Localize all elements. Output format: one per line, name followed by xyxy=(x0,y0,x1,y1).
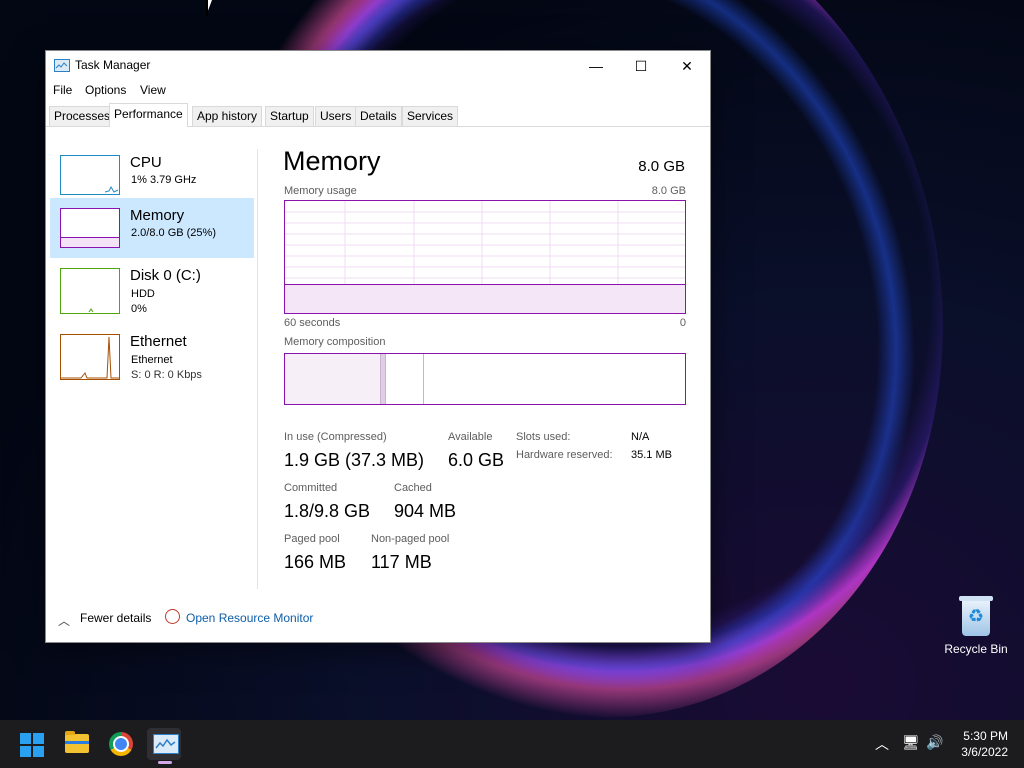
chrome-icon[interactable] xyxy=(109,732,133,756)
committed-value: 1.8/9.8 GB xyxy=(284,501,371,521)
task-manager-taskbar-icon xyxy=(153,734,179,754)
non-paged-pool-label: Non-paged pool xyxy=(371,533,450,545)
cpu-thumbnail-graph xyxy=(60,155,120,195)
disk-thumbnail-graph xyxy=(60,268,120,314)
sidebar-ethernet-adapter: Ethernet xyxy=(131,354,173,366)
slots-used-label: Slots used: xyxy=(516,431,571,443)
fewer-details-link[interactable]: Fewer details xyxy=(80,611,151,625)
hardware-reserved-value: 35.1 MB xyxy=(631,449,672,461)
active-app-indicator xyxy=(158,761,172,764)
tab-app-history[interactable]: App history xyxy=(192,106,263,126)
composition-in-use xyxy=(285,354,381,404)
available-value: 6.0 GB xyxy=(448,450,505,470)
volume-icon[interactable]: 🔊 xyxy=(926,734,943,751)
time-axis-end: 0 xyxy=(679,317,686,329)
committed-label: Committed xyxy=(284,482,338,494)
cached-value: 904 MB xyxy=(394,501,457,521)
memory-usage-label: Memory usage xyxy=(284,185,357,197)
memory-composition-label: Memory composition xyxy=(284,336,386,348)
in-use-value: 1.9 GB (37.3 MB) xyxy=(284,450,425,470)
pane-divider xyxy=(257,149,258,589)
close-button[interactable]: ✕ xyxy=(664,51,710,81)
paged-pool-value: 166 MB xyxy=(284,552,347,572)
memory-usage-max: 8.0 GB xyxy=(651,185,686,197)
window-footer: ︿ Fewer details Open Resource Monitor xyxy=(46,607,710,631)
system-clock[interactable]: 5:30 PM 3/6/2022 xyxy=(961,728,1008,760)
title-bar[interactable]: Task Manager — ☐ ✕ xyxy=(46,51,710,81)
sidebar-item-disk[interactable]: Disk 0 (C:) HDD 0% xyxy=(50,258,254,318)
network-icon[interactable]: 🖥 xyxy=(902,734,920,751)
tab-services[interactable]: Services xyxy=(402,106,459,126)
recycle-bin-shortcut[interactable]: ♻ Recycle Bin xyxy=(940,596,1012,656)
tab-details[interactable]: Details xyxy=(355,106,402,126)
sidebar-item-memory[interactable]: Memory 2.0/8.0 GB (25%) xyxy=(50,198,254,258)
composition-standby xyxy=(386,354,424,404)
recycle-bin-icon: ♻ xyxy=(959,596,993,636)
task-manager-icon xyxy=(54,59,70,72)
menu-file[interactable]: File xyxy=(53,83,72,97)
sidebar-item-cpu[interactable]: CPU 1% 3.79 GHz xyxy=(50,145,254,205)
chevron-up-icon[interactable]: ︿ xyxy=(58,612,70,629)
maximize-button[interactable]: ☐ xyxy=(618,51,664,81)
memory-total: 8.0 GB xyxy=(638,158,685,175)
sidebar-disk-usage: 0% xyxy=(131,303,147,315)
sidebar-cpu-title: CPU xyxy=(130,154,162,171)
slots-used-value: N/A xyxy=(631,431,650,443)
tab-startup[interactable]: Startup xyxy=(265,106,314,126)
menu-view[interactable]: View xyxy=(140,83,166,97)
hardware-reserved-label: Hardware reserved: xyxy=(516,449,613,461)
sidebar-disk-title: Disk 0 (C:) xyxy=(130,267,201,284)
sidebar-memory-detail: 2.0/8.0 GB (25%) xyxy=(131,227,216,239)
non-paged-pool-value: 117 MB xyxy=(371,552,432,572)
cached-label: Cached xyxy=(394,482,432,494)
memory-usage-fill xyxy=(285,284,685,313)
resource-monitor-icon[interactable] xyxy=(165,609,180,624)
sidebar-ethernet-title: Ethernet xyxy=(130,333,187,350)
time-axis-start: 60 seconds xyxy=(284,317,341,329)
menu-bar: File Options View xyxy=(46,81,710,101)
available-label: Available xyxy=(448,431,493,443)
tab-processes[interactable]: Processes xyxy=(49,106,116,126)
minimize-button[interactable]: — xyxy=(573,51,619,81)
task-manager-window: Task Manager — ☐ ✕ File Options View Pro… xyxy=(46,51,710,642)
paged-pool-label: Paged pool xyxy=(284,533,340,545)
window-title: Task Manager xyxy=(75,58,151,72)
mouse-cursor xyxy=(206,0,212,16)
sidebar-cpu-detail: 1% 3.79 GHz xyxy=(131,174,197,186)
sidebar-disk-type: HDD xyxy=(131,288,155,300)
page-title: Memory xyxy=(283,146,381,176)
memory-usage-graph xyxy=(284,200,686,314)
menu-options[interactable]: Options xyxy=(85,83,126,97)
resource-sidebar: CPU 1% 3.79 GHz Memory 2.0/8.0 GB (25%) … xyxy=(50,145,258,595)
file-explorer-icon[interactable] xyxy=(65,731,89,753)
memory-composition-bar xyxy=(284,353,686,405)
ethernet-thumbnail-graph xyxy=(60,334,120,380)
open-resource-monitor-link[interactable]: Open Resource Monitor xyxy=(186,611,313,625)
start-button-windows-icon[interactable] xyxy=(20,733,44,757)
sidebar-memory-title: Memory xyxy=(130,207,185,224)
tab-performance[interactable]: Performance xyxy=(109,103,188,127)
chevron-up-tray-icon[interactable]: ︿ xyxy=(875,734,889,754)
in-use-label: In use (Compressed) xyxy=(284,431,387,443)
recycle-bin-label: Recycle Bin xyxy=(944,642,1008,656)
memory-thumbnail-graph xyxy=(60,208,120,248)
clock-time: 5:30 PM xyxy=(963,729,1008,743)
tab-strip: Processes Performance App history Startu… xyxy=(46,101,710,127)
taskbar: ︿ 🖥 🔊 5:30 PM 3/6/2022 xyxy=(0,720,1024,768)
tab-users[interactable]: Users xyxy=(315,106,357,126)
sidebar-item-ethernet[interactable]: Ethernet Ethernet S: 0 R: 0 Kbps xyxy=(50,324,254,384)
sidebar-ethernet-throughput: S: 0 R: 0 Kbps xyxy=(131,369,202,381)
clock-date: 3/6/2022 xyxy=(961,745,1008,759)
